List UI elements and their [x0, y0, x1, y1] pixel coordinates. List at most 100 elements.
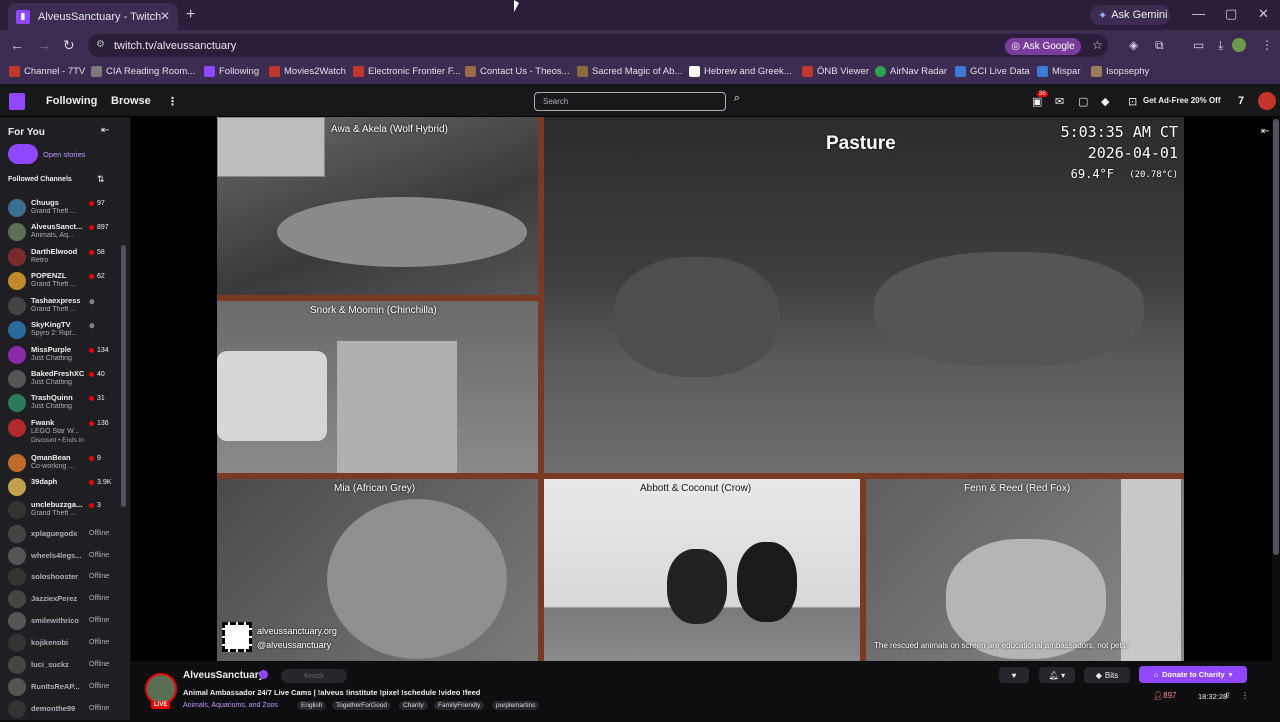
sidebar-channel-item[interactable]: unclebuzzga... Grand Theft ... 3: [0, 499, 118, 523]
whispers-icon[interactable]: ▢: [1078, 95, 1088, 108]
nav-browse-link[interactable]: Browse: [111, 95, 151, 107]
nav-following-link[interactable]: Following: [46, 95, 97, 107]
sidebar-channel-item[interactable]: Chuugs Grand Theft ... 97: [0, 197, 118, 221]
maximize-icon[interactable]: ▢: [1225, 6, 1237, 22]
bits-icon[interactable]: ◆: [1101, 95, 1109, 108]
sort-icon[interactable]: ⇅: [97, 174, 105, 185]
sidebar-channel-item[interactable]: smilewithrico Offline: [0, 610, 118, 634]
sidebar-channel-item[interactable]: xplaguegodx Offline: [0, 523, 118, 547]
search-input[interactable]: Search: [534, 92, 726, 111]
bookmark-item[interactable]: Following: [204, 66, 259, 77]
tag-familyfriendly[interactable]: FamilyFriendly: [434, 701, 485, 710]
category-link[interactable]: Animals, Aquariums, and Zoos: [183, 702, 278, 709]
sidebar-channel-item[interactable]: soloshooster Offline: [0, 566, 118, 590]
tag-english[interactable]: English: [297, 701, 327, 710]
sidebar-channel-item[interactable]: 39daph 3.9K: [0, 476, 118, 500]
live-viewer-count: 9: [89, 455, 101, 462]
video-player[interactable]: Awa & Akela (Wolf Hybrid) Snork & Moomin…: [131, 117, 1272, 661]
close-window-icon[interactable]: ✕: [1258, 6, 1269, 22]
ask-google-button[interactable]: ◎ Ask Google: [1005, 38, 1081, 55]
forward-icon[interactable]: →: [37, 37, 51, 53]
split-view-icon[interactable]: ▭: [1193, 38, 1204, 52]
bookmark-item[interactable]: GCI Live Data: [955, 66, 1030, 77]
inbox-icon[interactable]: ✉: [1055, 95, 1064, 108]
search-icon[interactable]: ⌕: [728, 92, 746, 111]
bookmark-item[interactable]: Channel - 7TV: [9, 66, 85, 77]
follow-heart-button[interactable]: ♥: [999, 667, 1029, 683]
live-viewer-count: 3.9K: [89, 479, 111, 486]
tag-togetherforgood[interactable]: TogetherForGood: [332, 701, 391, 710]
channel-name: Chuugs: [31, 198, 59, 207]
sidebar-channel-item[interactable]: kojikenobi Offline: [0, 632, 118, 656]
sidebar-channel-item[interactable]: demonthe99 Offline: [0, 698, 118, 722]
sidebar-scrollbar[interactable]: [121, 245, 126, 507]
qr-code-icon: [222, 622, 252, 652]
bookmark-item[interactable]: ÖNB Viewer: [802, 66, 869, 77]
twitch-logo-icon[interactable]: [9, 93, 25, 110]
crow-cam: Abbott & Coconut (Crow): [544, 479, 860, 661]
tag-purplemartins[interactable]: purplemartins: [492, 701, 540, 710]
bookmark-item[interactable]: AirNav Radar: [875, 66, 947, 77]
sidebar-channel-item[interactable]: JazziexPerez Offline: [0, 588, 118, 612]
browser-tab[interactable]: ▮ AlveusSanctuary - Twitch ✕: [8, 3, 178, 30]
sidebar-channel-item[interactable]: Fwank LEGO Star W... 136 Discount • Ends in: [0, 417, 118, 444]
sidebar-channel-item[interactable]: Tashaexpress Grand Theft ... ⊚: [0, 295, 118, 319]
new-tab-button[interactable]: +: [186, 6, 195, 24]
bookmark-item[interactable]: CIA Reading Room...: [91, 66, 195, 77]
extensions-puzzle-icon[interactable]: ⧉: [1155, 38, 1164, 53]
sidebar-channel-item[interactable]: RunItsReAP... Offline: [0, 676, 118, 700]
shield-extension-icon[interactable]: ◈: [1129, 38, 1138, 52]
sidebar-channel-item[interactable]: luci_suckz Offline: [0, 654, 118, 678]
sidebar-channel-item[interactable]: MissPurple Just Chatting 134: [0, 344, 118, 368]
tag-charity[interactable]: Charity: [399, 701, 428, 710]
reload-icon[interactable]: ↻: [63, 37, 75, 54]
ask-gemini-button[interactable]: ✦ Ask Gemini: [1090, 5, 1170, 25]
menu-kebab-icon[interactable]: ⋮: [1261, 38, 1273, 52]
page-scrollbar-thumb[interactable]: [1273, 119, 1279, 555]
viewer-count-text: Offline: [89, 530, 110, 537]
share-icon[interactable]: ⇪: [1224, 691, 1231, 700]
bookmark-item[interactable]: Mispar: [1037, 66, 1081, 77]
page-scrollbar[interactable]: [1272, 117, 1280, 661]
ad-free-button[interactable]: Get Ad-Free 20% Off: [1143, 96, 1221, 105]
minimize-icon[interactable]: —: [1192, 6, 1205, 21]
more-kebab-icon[interactable]: ⋮: [167, 95, 178, 108]
bookmark-item[interactable]: Hebrew and Greek...: [689, 66, 792, 77]
sidebar-channel-item[interactable]: BakedFreshXC Just Chatting 40: [0, 368, 118, 392]
verified-icon: [259, 670, 268, 679]
sidebar-channel-item[interactable]: SkyKingTV Spyro 2: Ript... ⊚: [0, 319, 118, 343]
bookmark-item[interactable]: Movies2Watch: [269, 66, 346, 77]
stories-avatar[interactable]: [8, 144, 38, 164]
notification-bell-button[interactable]: 🔔︎ ▾: [1039, 667, 1075, 683]
bookmark-item[interactable]: Sacred Magic of Ab...: [577, 66, 682, 77]
notification-count-badge: 36: [1037, 91, 1048, 97]
sidebar-channel-item[interactable]: POPENZL Grand Theft ... 62: [0, 270, 118, 294]
bookmark-item[interactable]: Contact Us - Theos...: [465, 66, 570, 77]
site-info-icon[interactable]: ⚙: [96, 39, 105, 50]
close-tab-icon[interactable]: ✕: [160, 9, 170, 23]
back-icon[interactable]: ←: [10, 37, 24, 53]
more-options-icon[interactable]: ⋮: [1241, 691, 1249, 700]
collapse-sidebar-icon[interactable]: ⇤: [101, 125, 109, 136]
bookmark-favicon-icon: [577, 66, 588, 77]
sidebar-channel-item[interactable]: AlveusSanct... Animals, Aq... 897: [0, 221, 118, 245]
open-stories-link[interactable]: Open stories: [43, 150, 86, 159]
bookmark-item[interactable]: Isopsephy: [1091, 66, 1149, 77]
7tv-extension-icon[interactable]: 7: [1238, 95, 1244, 107]
donate-to-charity-button[interactable]: ⌂ Donate to Charity ▾: [1139, 666, 1247, 683]
knock-button[interactable]: Knock: [281, 669, 347, 683]
user-avatar[interactable]: [1258, 92, 1276, 110]
rerun-icon: ⊚: [89, 299, 95, 306]
channel-name[interactable]: AlveusSanctuary: [183, 670, 264, 681]
url-field[interactable]: ⚙ twitch.tv/alveussanctuary: [88, 34, 1108, 57]
bookmark-star-icon[interactable]: ☆: [1092, 38, 1103, 52]
profile-avatar[interactable]: [1232, 38, 1246, 52]
expand-chat-icon[interactable]: ⇤: [1261, 126, 1269, 137]
channel-avatar-icon: [8, 199, 26, 217]
sidebar-channel-item[interactable]: QmanBean Co-working ... 9: [0, 452, 118, 476]
sidebar-channel-item[interactable]: TrashQuinn Just Chatting 31: [0, 392, 118, 416]
bits-button[interactable]: ◆ Bits: [1084, 667, 1130, 683]
sidebar-channel-item[interactable]: DarthElwood Retro 58: [0, 246, 118, 270]
bookmark-item[interactable]: Electronic Frontier F...: [353, 66, 460, 77]
downloads-icon[interactable]: ⤓: [1218, 38, 1223, 53]
